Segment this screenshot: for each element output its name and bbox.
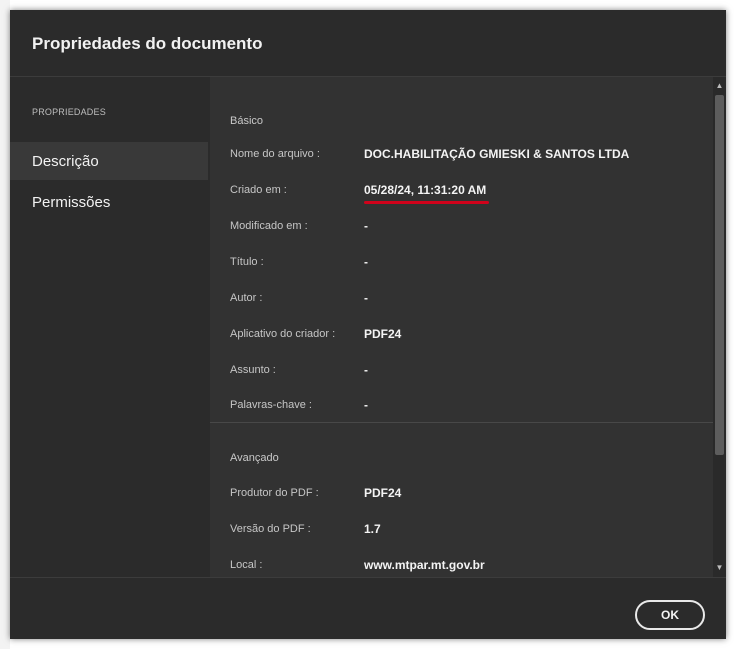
- property-row-author: Autor : -: [210, 291, 713, 312]
- properties-content: Básico Nome do arquivo : DOC.HABILITAÇÃO…: [210, 77, 713, 577]
- property-label: Autor :: [230, 292, 263, 304]
- property-row-created: Criado em : 05/28/24, 11:31:20 AM: [210, 183, 713, 204]
- content-scrollbar[interactable]: ▲ ▼: [713, 77, 726, 577]
- sidebar-item-label: Descrição: [32, 153, 99, 170]
- property-value: PDF24: [364, 327, 402, 341]
- ok-button[interactable]: OK: [635, 600, 705, 630]
- section-advanced: Avançado Produtor do PDF : PDF24 Versão …: [210, 423, 713, 577]
- background-window-edge: [0, 0, 10, 649]
- scroll-up-arrow-icon[interactable]: ▲: [713, 79, 726, 93]
- section-heading-advanced: Avançado: [230, 452, 279, 464]
- dialog-title: Propriedades do documento: [32, 34, 263, 53]
- property-value: -: [364, 255, 368, 269]
- dialog-header: Propriedades do documento: [10, 10, 726, 77]
- property-label: Palavras-chave :: [230, 399, 312, 411]
- sidebar-item-descricao[interactable]: Descrição: [10, 142, 208, 180]
- section-basic: Básico Nome do arquivo : DOC.HABILITAÇÃO…: [210, 77, 713, 423]
- property-value: PDF24: [364, 486, 402, 500]
- property-label: Versão do PDF :: [230, 523, 311, 535]
- property-value: 05/28/24, 11:31:20 AM: [364, 183, 487, 197]
- property-row-creator-app: Aplicativo do criador : PDF24: [210, 327, 713, 348]
- property-label: Modificado em :: [230, 220, 308, 232]
- scroll-down-arrow-icon[interactable]: ▼: [713, 561, 726, 575]
- sidebar-item-permissoes[interactable]: Permissões: [10, 183, 208, 221]
- property-row-pdf-version: Versão do PDF : 1.7: [210, 522, 713, 543]
- sidebar: PROPRIEDADES Descrição Permissões: [10, 77, 210, 577]
- property-row-subject: Assunto : -: [210, 363, 713, 384]
- property-label: Título :: [230, 256, 264, 268]
- property-value: -: [364, 291, 368, 305]
- property-value: DOC.HABILITAÇÃO GMIESKI & SANTOS LTDA: [364, 147, 630, 161]
- property-label: Assunto :: [230, 364, 276, 376]
- document-properties-dialog: Propriedades do documento PROPRIEDADES D…: [10, 10, 726, 639]
- dialog-footer: OK: [10, 577, 726, 639]
- property-value: -: [364, 219, 368, 233]
- property-row-title: Título : -: [210, 255, 713, 276]
- property-row-pdf-producer: Produtor do PDF : PDF24: [210, 486, 713, 507]
- section-heading-basic: Básico: [230, 115, 264, 127]
- property-label: Aplicativo do criador :: [230, 328, 336, 340]
- sidebar-item-label: Permissões: [32, 194, 111, 211]
- property-value: -: [364, 398, 368, 412]
- property-row-keywords: Palavras-chave : -: [210, 398, 713, 419]
- property-label: Nome do arquivo :: [230, 148, 320, 160]
- property-row-modified: Modificado em : -: [210, 219, 713, 240]
- property-value: www.mtpar.mt.gov.br: [364, 558, 485, 572]
- property-value: -: [364, 363, 368, 377]
- property-row-filename: Nome do arquivo : DOC.HABILITAÇÃO GMIESK…: [210, 147, 713, 168]
- red-underline-annotation: [364, 201, 489, 204]
- property-value: 1.7: [364, 522, 381, 536]
- sidebar-heading: PROPRIEDADES: [32, 107, 106, 117]
- scroll-thumb[interactable]: [715, 95, 724, 455]
- property-label: Criado em :: [230, 184, 287, 196]
- property-row-location: Local : www.mtpar.mt.gov.br: [210, 558, 713, 577]
- property-label: Local :: [230, 559, 263, 571]
- property-label: Produtor do PDF :: [230, 487, 319, 499]
